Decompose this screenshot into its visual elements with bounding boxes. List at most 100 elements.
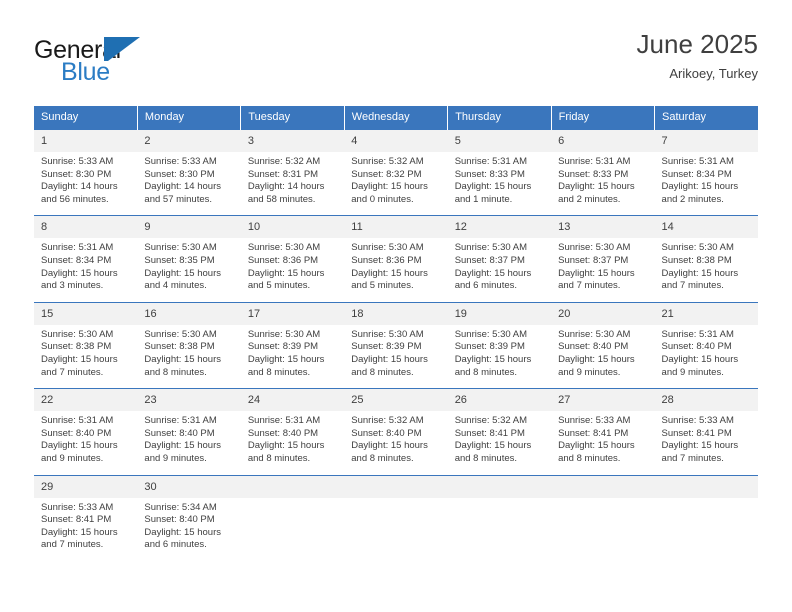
day-details: Sunrise: 5:30 AM Sunset: 8:39 PM Dayligh…	[344, 325, 447, 388]
day-number: 16	[137, 302, 241, 325]
day-number: 26	[447, 389, 552, 412]
sunset-text: Sunset: 8:30 PM	[41, 168, 112, 180]
calendar-day-cell[interactable]: 20 Sunrise: 5:30 AM Sunset: 8:40 PM Dayl…	[551, 301, 655, 389]
daylight-text-line2: and 8 minutes.	[454, 366, 518, 378]
calendar-day-cell[interactable]: 8 Sunrise: 5:31 AM Sunset: 8:34 PM Dayli…	[34, 215, 138, 303]
daylight-text-line2: and 3 minutes.	[41, 280, 104, 292]
day-details	[448, 498, 551, 511]
daylight-text-line1: Daylight: 15 hours	[41, 353, 118, 365]
day-details: Sunrise: 5:32 AM Sunset: 8:32 PM Dayligh…	[344, 152, 447, 215]
logo-secondary-text: Blue	[61, 58, 110, 86]
calendar-body: 1 Sunrise: 5:33 AM Sunset: 8:30 PM Dayli…	[34, 130, 758, 561]
daylight-text-line1: Daylight: 15 hours	[247, 440, 325, 452]
day-details: Sunrise: 5:33 AM Sunset: 8:30 PM Dayligh…	[137, 152, 240, 215]
daylight-text-line2: and 4 minutes.	[144, 280, 207, 292]
calendar-day-cell[interactable]: 12 Sunrise: 5:30 AM Sunset: 8:37 PM Dayl…	[447, 215, 552, 303]
sunrise-text: Sunrise: 5:32 AM	[351, 415, 424, 427]
calendar-table: Sunday Monday Tuesday Wednesday Thursday…	[34, 106, 758, 561]
calendar-day-cell[interactable]: 11 Sunrise: 5:30 AM Sunset: 8:36 PM Dayl…	[344, 215, 448, 303]
sunset-text: Sunset: 8:41 PM	[661, 427, 732, 439]
daylight-text-line2: and 9 minutes.	[144, 452, 207, 464]
day-number: 28	[654, 389, 758, 412]
daylight-text-line1: Daylight: 14 hours	[41, 181, 118, 193]
calendar-day-cell-empty	[654, 474, 758, 561]
calendar-day-cell-empty	[344, 474, 448, 561]
calendar-day-cell[interactable]: 22 Sunrise: 5:31 AM Sunset: 8:40 PM Dayl…	[34, 388, 138, 475]
daylight-text-line1: Daylight: 14 hours	[144, 181, 221, 193]
calendar-day-cell[interactable]: 9 Sunrise: 5:30 AM Sunset: 8:35 PM Dayli…	[137, 215, 241, 303]
calendar-day-cell[interactable]: 16 Sunrise: 5:30 AM Sunset: 8:38 PM Dayl…	[137, 301, 241, 389]
sunrise-text: Sunrise: 5:30 AM	[454, 242, 528, 254]
daylight-text-line2: and 7 minutes.	[558, 280, 621, 292]
day-number: 4	[344, 130, 448, 152]
daylight-text-line1: Daylight: 15 hours	[454, 353, 532, 365]
daylight-text-line2: and 2 minutes.	[661, 193, 724, 205]
day-number: 24	[240, 389, 345, 412]
calendar-day-cell[interactable]: 28 Sunrise: 5:33 AM Sunset: 8:41 PM Dayl…	[654, 388, 758, 475]
calendar-day-cell[interactable]: 10 Sunrise: 5:30 AM Sunset: 8:36 PM Dayl…	[240, 215, 345, 303]
day-number: 20	[551, 302, 655, 325]
calendar-day-cell[interactable]: 3 Sunrise: 5:32 AM Sunset: 8:31 PM Dayli…	[240, 130, 345, 216]
calendar-day-cell[interactable]: 15 Sunrise: 5:30 AM Sunset: 8:38 PM Dayl…	[34, 301, 138, 389]
calendar-day-cell[interactable]: 18 Sunrise: 5:30 AM Sunset: 8:39 PM Dayl…	[344, 301, 448, 389]
calendar-day-cell[interactable]: 23 Sunrise: 5:31 AM Sunset: 8:40 PM Dayl…	[137, 388, 241, 475]
calendar-day-cell[interactable]: 1 Sunrise: 5:33 AM Sunset: 8:30 PM Dayli…	[34, 130, 138, 216]
daylight-text-line1: Daylight: 15 hours	[351, 353, 428, 365]
daylight-text-line2: and 5 minutes.	[351, 280, 414, 292]
sunrise-text: Sunrise: 5:30 AM	[558, 242, 631, 254]
calendar-day-cell[interactable]: 7 Sunrise: 5:31 AM Sunset: 8:34 PM Dayli…	[654, 130, 758, 216]
calendar-day-cell[interactable]: 5 Sunrise: 5:31 AM Sunset: 8:33 PM Dayli…	[447, 130, 552, 216]
sunrise-text: Sunrise: 5:32 AM	[247, 156, 321, 167]
calendar-week-row: 15 Sunrise: 5:30 AM Sunset: 8:38 PM Dayl…	[34, 301, 758, 389]
sunset-text: Sunset: 8:38 PM	[144, 341, 215, 353]
daylight-text-line2: and 0 minutes.	[351, 193, 414, 205]
daylight-text-line1: Daylight: 15 hours	[558, 440, 635, 452]
sunset-text: Sunset: 8:40 PM	[351, 427, 422, 439]
calendar-day-cell[interactable]: 4 Sunrise: 5:32 AM Sunset: 8:32 PM Dayli…	[344, 130, 448, 216]
sunrise-text: Sunrise: 5:32 AM	[454, 415, 528, 427]
calendar-day-cell[interactable]: 27 Sunrise: 5:33 AM Sunset: 8:41 PM Dayl…	[551, 388, 655, 475]
sunset-text: Sunset: 8:30 PM	[144, 168, 215, 180]
calendar-day-cell[interactable]: 29 Sunrise: 5:33 AM Sunset: 8:41 PM Dayl…	[34, 474, 138, 561]
daylight-text-line2: and 9 minutes.	[558, 366, 621, 378]
calendar-day-cell[interactable]: 30 Sunrise: 5:34 AM Sunset: 8:40 PM Dayl…	[137, 474, 241, 561]
sunset-text: Sunset: 8:37 PM	[454, 254, 525, 266]
calendar-day-cell[interactable]: 6 Sunrise: 5:31 AM Sunset: 8:33 PM Dayli…	[551, 130, 655, 216]
day-details: Sunrise: 5:31 AM Sunset: 8:40 PM Dayligh…	[241, 411, 344, 474]
daylight-text-line1: Daylight: 15 hours	[661, 440, 739, 452]
day-details: Sunrise: 5:30 AM Sunset: 8:39 PM Dayligh…	[448, 325, 551, 388]
calendar-day-cell[interactable]: 14 Sunrise: 5:30 AM Sunset: 8:38 PM Dayl…	[654, 215, 758, 303]
day-details: Sunrise: 5:33 AM Sunset: 8:41 PM Dayligh…	[655, 411, 758, 474]
daylight-text-line2: and 6 minutes.	[454, 280, 518, 292]
daylight-text-line2: and 9 minutes.	[661, 366, 724, 378]
calendar-day-cell[interactable]: 21 Sunrise: 5:31 AM Sunset: 8:40 PM Dayl…	[654, 301, 758, 389]
title-block: June 2025 Arikoey, Turkey	[637, 28, 758, 84]
daylight-text-line2: and 8 minutes.	[247, 366, 311, 378]
page-header: General Blue June 2025 Arikoey, Turkey	[34, 28, 758, 98]
sunrise-text: Sunrise: 5:30 AM	[661, 242, 734, 254]
calendar-day-cell[interactable]: 25 Sunrise: 5:32 AM Sunset: 8:40 PM Dayl…	[344, 388, 448, 475]
brand-logo[interactable]: General Blue	[34, 36, 264, 94]
day-details: Sunrise: 5:32 AM Sunset: 8:41 PM Dayligh…	[448, 411, 551, 474]
sunset-text: Sunset: 8:38 PM	[41, 341, 112, 353]
calendar-day-cell[interactable]: 19 Sunrise: 5:30 AM Sunset: 8:39 PM Dayl…	[447, 301, 552, 389]
day-details: Sunrise: 5:30 AM Sunset: 8:38 PM Dayligh…	[34, 325, 137, 388]
sunrise-text: Sunrise: 5:31 AM	[558, 156, 631, 167]
calendar-day-cell[interactable]: 2 Sunrise: 5:33 AM Sunset: 8:30 PM Dayli…	[137, 130, 241, 216]
daylight-text-line1: Daylight: 15 hours	[351, 181, 428, 193]
daylight-text-line2: and 1 minute.	[454, 193, 513, 205]
day-details: Sunrise: 5:30 AM Sunset: 8:35 PM Dayligh…	[137, 238, 240, 301]
day-details: Sunrise: 5:30 AM Sunset: 8:37 PM Dayligh…	[448, 238, 551, 301]
day-number	[344, 475, 448, 498]
day-number: 11	[344, 216, 448, 239]
calendar-day-cell[interactable]: 13 Sunrise: 5:30 AM Sunset: 8:37 PM Dayl…	[551, 215, 655, 303]
daylight-text-line1: Daylight: 15 hours	[41, 526, 118, 538]
day-details: Sunrise: 5:30 AM Sunset: 8:38 PM Dayligh…	[137, 325, 240, 388]
sunset-text: Sunset: 8:39 PM	[351, 341, 422, 353]
calendar-day-cell[interactable]: 17 Sunrise: 5:30 AM Sunset: 8:39 PM Dayl…	[240, 301, 345, 389]
daylight-text-line1: Daylight: 15 hours	[144, 267, 221, 279]
calendar-day-cell[interactable]: 24 Sunrise: 5:31 AM Sunset: 8:40 PM Dayl…	[240, 388, 345, 475]
daylight-text-line2: and 7 minutes.	[41, 539, 104, 551]
daylight-text-line1: Daylight: 15 hours	[454, 440, 532, 452]
calendar-day-cell[interactable]: 26 Sunrise: 5:32 AM Sunset: 8:41 PM Dayl…	[447, 388, 552, 475]
